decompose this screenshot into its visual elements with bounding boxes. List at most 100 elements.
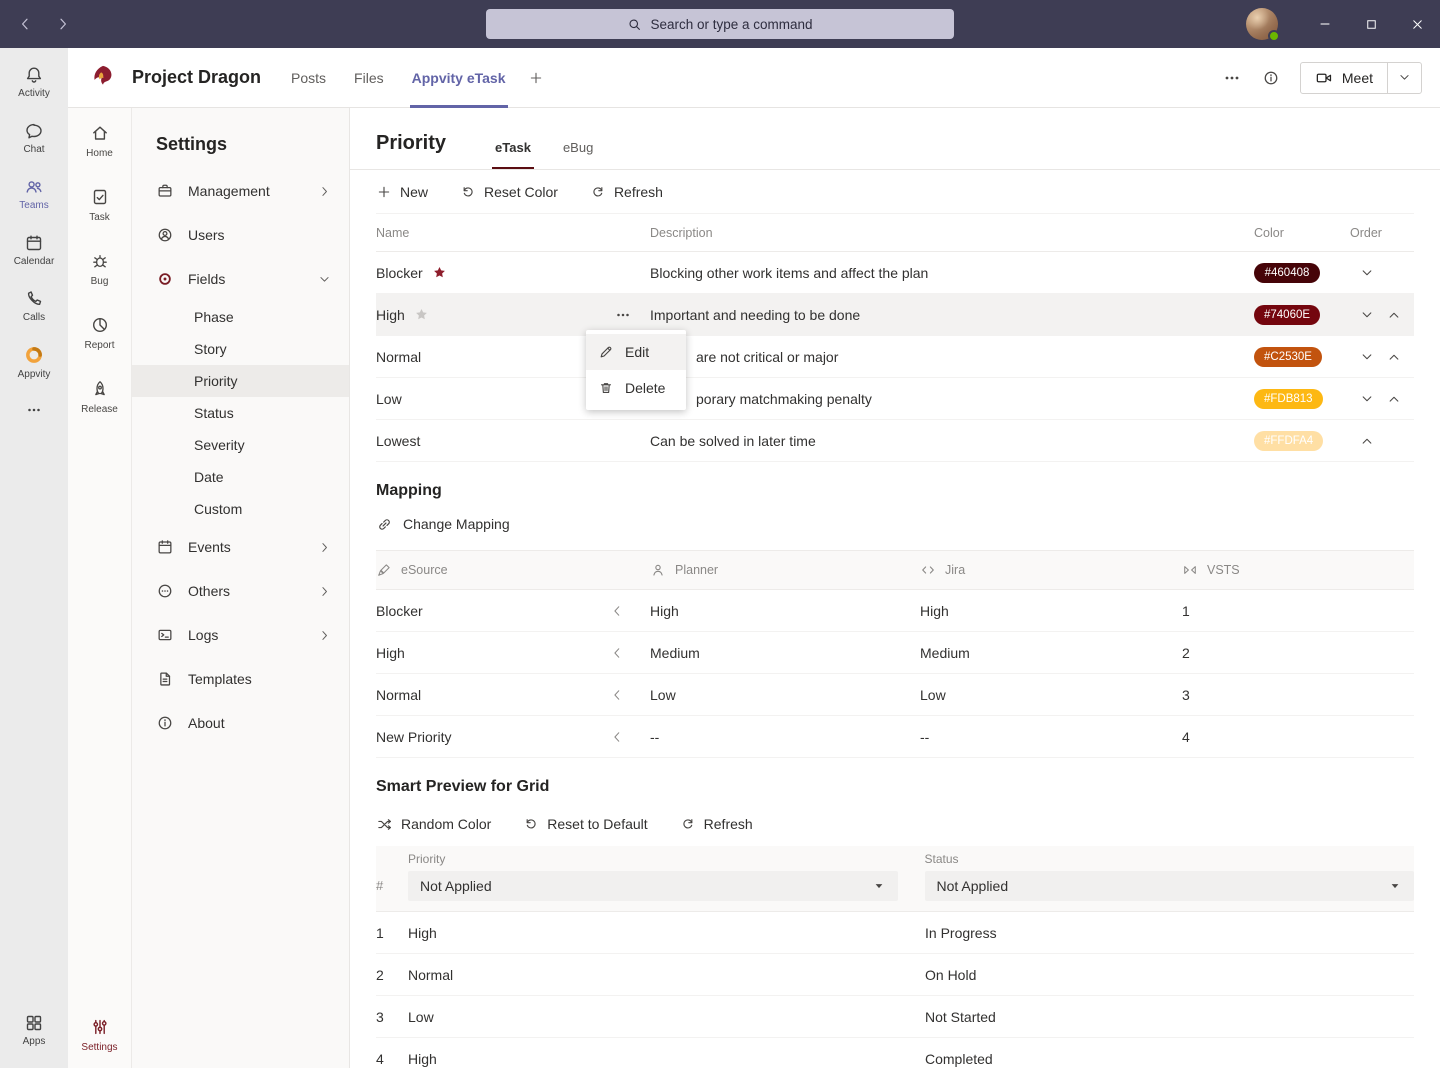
tab-files[interactable]: Files bbox=[354, 48, 384, 108]
rail-item-calls[interactable]: Calls bbox=[0, 278, 68, 334]
sidebar-custom-label: Custom bbox=[194, 501, 242, 517]
sidebar-item-users[interactable]: Users bbox=[132, 213, 349, 257]
sidebar-item-priority[interactable]: Priority bbox=[132, 365, 349, 397]
change-mapping-button[interactable]: Change Mapping bbox=[376, 506, 510, 542]
mapping-planner: Low bbox=[650, 687, 920, 703]
more-options-button[interactable] bbox=[1222, 68, 1242, 88]
mapping-title: Mapping bbox=[376, 482, 1414, 500]
move-up-button[interactable] bbox=[1360, 434, 1374, 448]
sidebar-item-date[interactable]: Date bbox=[132, 461, 349, 493]
app-rail-report[interactable]: Report bbox=[68, 304, 132, 362]
priority-row-low[interactable]: Low porary matchmaking penalty #FDB813 bbox=[376, 378, 1414, 420]
app-rail-release[interactable]: Release bbox=[68, 368, 132, 426]
move-down-button[interactable] bbox=[1360, 350, 1374, 364]
minimize-button[interactable] bbox=[1302, 0, 1348, 48]
sidebar-item-others[interactable]: Others bbox=[132, 569, 349, 613]
refresh-button[interactable]: Refresh bbox=[590, 184, 663, 200]
app-rail-settings[interactable]: Settings bbox=[68, 1006, 132, 1064]
sidebar-item-custom[interactable]: Custom bbox=[132, 493, 349, 525]
col-esource: eSource bbox=[401, 563, 448, 577]
move-down-button[interactable] bbox=[1360, 266, 1374, 280]
more-dots-icon bbox=[25, 401, 43, 419]
header-actions: Meet bbox=[1222, 62, 1422, 94]
meet-button[interactable]: Meet bbox=[1301, 63, 1387, 93]
tab-posts[interactable]: Posts bbox=[291, 48, 326, 108]
app-rail-bug[interactable]: Bug bbox=[68, 240, 132, 298]
add-tab-button[interactable] bbox=[528, 70, 544, 86]
rail-item-more[interactable] bbox=[0, 390, 68, 430]
priority-row-lowest[interactable]: Lowest Can be solved in later time #FFDF… bbox=[376, 420, 1414, 462]
sidebar-item-status[interactable]: Status bbox=[132, 397, 349, 429]
priority-filter-dropdown[interactable]: Not Applied bbox=[408, 871, 898, 901]
mapping-esource: New Priority bbox=[376, 729, 451, 745]
status-filter-dropdown[interactable]: Not Applied bbox=[925, 871, 1415, 901]
priority-row-high[interactable]: High Important and needing to be done #7… bbox=[376, 294, 1414, 336]
chevron-down-icon bbox=[318, 273, 331, 286]
tab-appvity-etask[interactable]: Appvity eTask bbox=[412, 48, 506, 108]
sidebar-item-events[interactable]: Events bbox=[132, 525, 349, 569]
rail-item-chat[interactable]: Chat bbox=[0, 110, 68, 166]
tab-appvity-etask-label: Appvity eTask bbox=[412, 70, 506, 86]
tab-ebug[interactable]: eBug bbox=[560, 140, 596, 169]
sidebar-item-phase[interactable]: Phase bbox=[132, 301, 349, 333]
sidebar-fields-label: Fields bbox=[188, 271, 225, 287]
app-rail-settings-label: Settings bbox=[81, 1042, 117, 1053]
close-button[interactable] bbox=[1394, 0, 1440, 48]
rail-item-appvity[interactable]: Appvity bbox=[0, 334, 68, 390]
color-badge[interactable]: #FDB813 bbox=[1254, 389, 1323, 409]
tab-info-button[interactable] bbox=[1262, 69, 1280, 87]
sidebar-item-severity[interactable]: Severity bbox=[132, 429, 349, 461]
back-button[interactable] bbox=[14, 13, 36, 35]
color-badge[interactable]: #460408 bbox=[1254, 263, 1320, 283]
move-down-button[interactable] bbox=[1360, 392, 1374, 406]
rail-item-calendar[interactable]: Calendar bbox=[0, 222, 68, 278]
app-rail-home-label: Home bbox=[86, 148, 113, 159]
preview-filter-row: # Priority Not Applied Status Not Applie… bbox=[376, 846, 1414, 912]
priority-row-blocker[interactable]: Blocker Blocking other work items and af… bbox=[376, 252, 1414, 294]
command-search-bar[interactable]: Search or type a command bbox=[486, 9, 954, 39]
app-rail-task[interactable]: Task bbox=[68, 176, 132, 234]
sidebar-item-about[interactable]: About bbox=[132, 701, 349, 745]
vsts-bowtie-icon bbox=[1182, 562, 1198, 578]
row-more-button[interactable] bbox=[614, 306, 632, 324]
priority-row-normal[interactable]: Normal are not critical or major #C2530E bbox=[376, 336, 1414, 378]
sidebar-item-templates[interactable]: Templates bbox=[132, 657, 349, 701]
rail-label-calendar: Calendar bbox=[14, 257, 55, 267]
mapping-jira: Low bbox=[920, 687, 1182, 703]
sidebar-item-logs[interactable]: Logs bbox=[132, 613, 349, 657]
rocket-icon bbox=[90, 379, 110, 399]
color-badge[interactable]: #74060E bbox=[1254, 305, 1320, 325]
rail-item-apps[interactable]: Apps bbox=[0, 1002, 68, 1058]
sidebar-item-fields[interactable]: Fields bbox=[132, 257, 349, 301]
move-up-button[interactable] bbox=[1387, 308, 1401, 322]
preview-row: 4 High Completed bbox=[376, 1038, 1414, 1068]
reset-color-button[interactable]: Reset Color bbox=[460, 184, 558, 200]
preview-row-priority: Low bbox=[408, 1009, 925, 1025]
ellipsis-icon bbox=[1222, 68, 1242, 88]
app-rail-home[interactable]: Home bbox=[68, 112, 132, 170]
maximize-button[interactable] bbox=[1348, 0, 1394, 48]
color-badge[interactable]: #C2530E bbox=[1254, 347, 1322, 367]
preview-refresh-button[interactable]: Refresh bbox=[680, 816, 753, 832]
context-menu-delete[interactable]: Delete bbox=[586, 370, 686, 406]
user-avatar[interactable] bbox=[1246, 8, 1278, 40]
reset-to-default-button[interactable]: Reset to Default bbox=[523, 816, 647, 832]
move-down-button[interactable] bbox=[1360, 308, 1374, 322]
move-up-button[interactable] bbox=[1387, 392, 1401, 406]
rail-item-teams[interactable]: Teams bbox=[0, 166, 68, 222]
context-menu-edit[interactable]: Edit bbox=[586, 334, 686, 370]
star-icon bbox=[414, 307, 429, 322]
tab-etask[interactable]: eTask bbox=[492, 140, 534, 169]
new-button[interactable]: New bbox=[376, 184, 428, 200]
meet-dropdown-button[interactable] bbox=[1388, 63, 1421, 93]
random-color-button[interactable]: Random Color bbox=[376, 816, 491, 833]
forward-button[interactable] bbox=[52, 13, 74, 35]
search-icon bbox=[627, 17, 642, 32]
move-up-button[interactable] bbox=[1387, 350, 1401, 364]
sidebar-item-management[interactable]: Management bbox=[132, 169, 349, 213]
mapping-esource: Blocker bbox=[376, 603, 423, 619]
rail-item-activity[interactable]: Activity bbox=[0, 54, 68, 110]
color-badge[interactable]: #FFDFA4 bbox=[1254, 431, 1323, 451]
status-filter-value: Not Applied bbox=[937, 878, 1009, 894]
sidebar-item-story[interactable]: Story bbox=[132, 333, 349, 365]
